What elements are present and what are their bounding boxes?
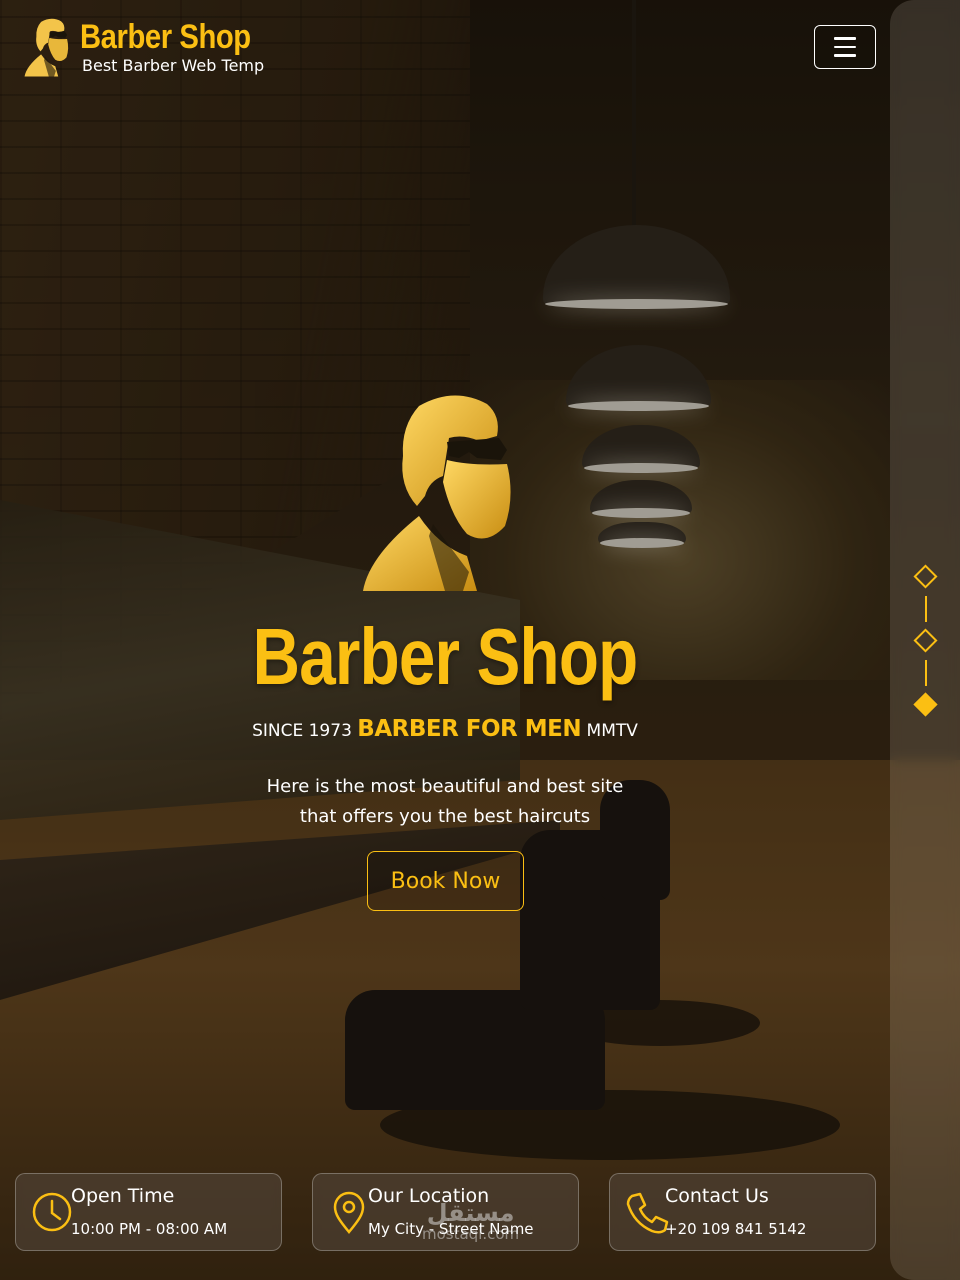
hamburger-menu-icon <box>834 54 856 57</box>
barber-head-emblem-icon <box>363 395 511 591</box>
brand[interactable]: Barber Shop Best Barber Web Temp <box>22 16 279 78</box>
card-title: Contact Us <box>665 1185 769 1207</box>
card-title: Open Time <box>71 1185 175 1207</box>
brand-name: Barber Shop <box>80 18 251 56</box>
card-text: 10:00 PM - 08:00 AM <box>71 1220 228 1238</box>
book-now-button[interactable]: Book Now <box>367 851 524 911</box>
hero-description: Here is the most beautiful and best site… <box>266 776 624 827</box>
info-card-contact[interactable]: Contact Us +20 109 841 5142 <box>609 1173 876 1251</box>
brand-tagline: Best Barber Web Temp <box>82 56 265 75</box>
watermark-latin: mostaql.com <box>422 1225 520 1243</box>
subtitle-since: SINCE 1973 <box>252 721 352 741</box>
dot-connector <box>925 596 927 622</box>
card-text: +20 109 841 5142 <box>665 1220 807 1238</box>
watermark-arabic: مستقل <box>426 1199 515 1227</box>
watermark: مستقل mostaql.com <box>422 1200 519 1242</box>
menu-button[interactable] <box>814 25 876 69</box>
phone-icon <box>626 1192 669 1234</box>
hamburger-menu-icon <box>834 37 856 40</box>
barber-head-logo-icon <box>24 18 69 77</box>
clock-icon <box>32 1192 72 1232</box>
location-pin-icon <box>333 1191 365 1234</box>
info-card-open-time[interactable]: Open Time 10:00 PM - 08:00 AM <box>15 1173 282 1251</box>
hamburger-menu-icon <box>834 45 856 49</box>
hero-subtitle: SINCE 1973 BARBER FOR MEN MMTV <box>0 716 890 742</box>
subtitle-highlight: BARBER FOR MEN <box>357 716 582 742</box>
dot-connector <box>925 660 927 686</box>
subtitle-suffix: MMTV <box>586 721 638 741</box>
hero-title: Barber Shop <box>252 612 638 701</box>
